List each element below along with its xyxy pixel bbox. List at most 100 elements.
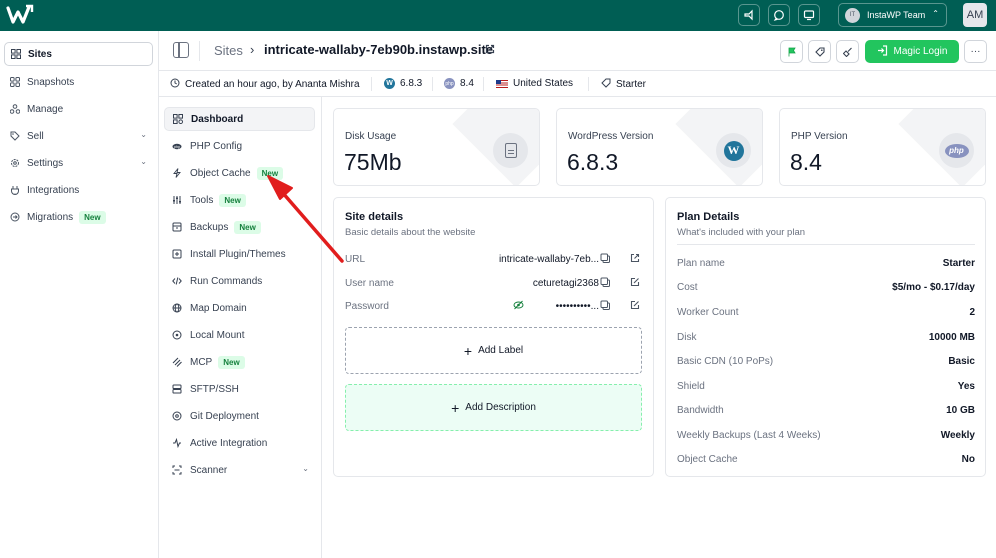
team-selector[interactable]: IT InstaWP Team ⌃ <box>838 3 947 27</box>
site-menu-label: Backups <box>190 221 229 233</box>
plan-row-label: Worker Count <box>677 307 739 318</box>
divider <box>432 77 433 91</box>
site-menu-local-mount[interactable]: Local Mount <box>164 323 315 347</box>
site-menu-label: MCP <box>190 356 213 368</box>
plan-row-value: Yes <box>957 381 975 392</box>
tag-button[interactable] <box>808 40 831 63</box>
magic-login-button[interactable]: Magic Login <box>865 40 959 63</box>
site-menu-run-commands[interactable]: Run Commands <box>164 269 315 293</box>
add-description-text: Add Description <box>465 402 536 413</box>
external-link-icon[interactable] <box>630 253 640 266</box>
plan-row-value: 10000 MB <box>928 332 975 343</box>
user-avatar[interactable]: AM <box>963 3 987 27</box>
site-menu-label: Run Commands <box>190 275 263 287</box>
plan-row-label: Bandwidth <box>677 405 724 416</box>
plan-row-value: Basic <box>948 356 975 367</box>
php-config-icon: php <box>172 143 182 150</box>
copy-icon[interactable] <box>600 253 611 267</box>
chevron-down-icon: ⌄ <box>302 464 309 473</box>
chevron-down-icon: ⌄ <box>140 130 147 139</box>
site-menu-php-config[interactable]: php PHP Config <box>164 134 315 158</box>
site-menu-object-cache[interactable]: Object Cache New <box>164 161 315 185</box>
mcp-icon <box>172 357 182 367</box>
site-menu-label: Object Cache <box>190 167 251 179</box>
breadcrumb-sites[interactable]: Sites <box>214 43 243 58</box>
snapshots-icon <box>10 77 20 87</box>
site-menu-git-deployment[interactable]: Git Deployment <box>164 404 315 428</box>
monitor-icon[interactable] <box>798 4 820 26</box>
add-description-button[interactable]: + Add Description <box>345 384 642 431</box>
chat-icon[interactable] <box>768 4 790 26</box>
sidebar-item-snapshots[interactable]: Snapshots <box>4 70 153 94</box>
plan-row-value: Starter <box>942 258 975 269</box>
flag-button[interactable] <box>780 40 803 63</box>
card-title: Site details <box>345 211 404 223</box>
site-menu-mcp[interactable]: MCP New <box>164 350 315 374</box>
plus-icon: + <box>463 342 473 359</box>
site-menu-active-integration[interactable]: Active Integration <box>164 431 315 455</box>
external-link-icon[interactable] <box>485 44 495 57</box>
wordpress-icon: W <box>384 78 395 89</box>
sell-icon <box>10 131 20 141</box>
site-menu-dashboard[interactable]: Dashboard <box>164 107 315 131</box>
main-sidebar: Sites Snapshots Manage Sell ⌄ Settings ⌄… <box>0 31 159 558</box>
site-menu-label: Dashboard <box>191 113 244 125</box>
site-menu-label: Tools <box>190 194 214 206</box>
magic-login-label: Magic Login <box>893 46 948 57</box>
announcement-icon[interactable] <box>738 4 760 26</box>
stat-card-disk-usage: Disk Usage 75Mb <box>333 108 540 186</box>
sidebar-item-sell[interactable]: Sell ⌄ <box>4 124 153 148</box>
add-label-button[interactable]: + Add Label <box>345 327 642 374</box>
server-icon <box>172 384 182 394</box>
site-menu-map-domain[interactable]: Map Domain <box>164 296 315 320</box>
sidebar-toggle-icon[interactable] <box>173 42 189 58</box>
site-menu-backups[interactable]: Backups New <box>164 215 315 239</box>
tag-icon <box>601 78 611 90</box>
broom-icon <box>842 47 852 57</box>
site-info-bar: Created an hour ago, by Ananta Mishra W … <box>159 71 996 97</box>
sites-icon <box>11 49 21 59</box>
site-menu: Dashboard php PHP Config Object Cache Ne… <box>159 97 322 558</box>
site-menu-tools[interactable]: Tools New <box>164 188 315 212</box>
clock-icon <box>170 78 180 90</box>
clean-button[interactable] <box>836 40 859 63</box>
breadcrumb-separator: › <box>250 42 255 57</box>
plan-row-value: No <box>961 454 975 465</box>
sidebar-item-settings[interactable]: Settings ⌄ <box>4 151 153 175</box>
edit-icon[interactable] <box>630 277 640 290</box>
top-bar: IT InstaWP Team ⌃ AM <box>0 0 996 31</box>
svg-text:php: php <box>174 144 180 148</box>
new-badge: New <box>234 220 261 234</box>
sidebar-item-migrations[interactable]: Migrations New <box>4 205 153 229</box>
team-name: InstaWP Team <box>867 10 926 20</box>
instawp-logo[interactable] <box>6 4 34 26</box>
copy-icon[interactable] <box>600 300 611 314</box>
site-menu-label: Scanner <box>190 464 228 476</box>
stat-value: 75Mb <box>344 149 402 175</box>
add-label-text: Add Label <box>478 345 524 356</box>
new-badge: New <box>79 210 106 224</box>
stat-card-wordpress-version: WordPress Version 6.8.3 W <box>556 108 763 186</box>
plan-details-card: Plan Details What's included with your p… <box>665 197 986 477</box>
sidebar-item-sites[interactable]: Sites <box>4 42 153 66</box>
sidebar-item-manage[interactable]: Manage <box>4 97 153 121</box>
wp-version-text: 6.8.3 <box>400 78 423 89</box>
migrations-icon <box>10 212 20 222</box>
divider <box>371 77 372 91</box>
eye-off-icon[interactable] <box>513 300 524 313</box>
dashboard-icon <box>173 114 183 124</box>
site-menu-scanner[interactable]: Scanner ⌄ <box>164 458 315 482</box>
card-title: Plan Details <box>677 211 740 223</box>
site-menu-sftp-ssh[interactable]: SFTP/SSH <box>164 377 315 401</box>
site-menu-install-plugin-themes[interactable]: Install Plugin/Themes <box>164 242 315 266</box>
copy-icon[interactable] <box>600 277 611 291</box>
more-options-button[interactable]: ··· <box>964 40 987 63</box>
sidebar-item-integrations[interactable]: Integrations <box>4 178 153 202</box>
plan-row-label: Cost <box>677 282 698 293</box>
manage-icon <box>10 104 20 114</box>
settings-icon <box>10 158 20 168</box>
plan-row-label: Basic CDN (10 PoPs) <box>677 356 774 367</box>
created-info: Created an hour ago, by Ananta Mishra <box>170 78 360 90</box>
sidebar-item-label: Snapshots <box>27 76 75 88</box>
edit-icon[interactable] <box>630 300 640 313</box>
